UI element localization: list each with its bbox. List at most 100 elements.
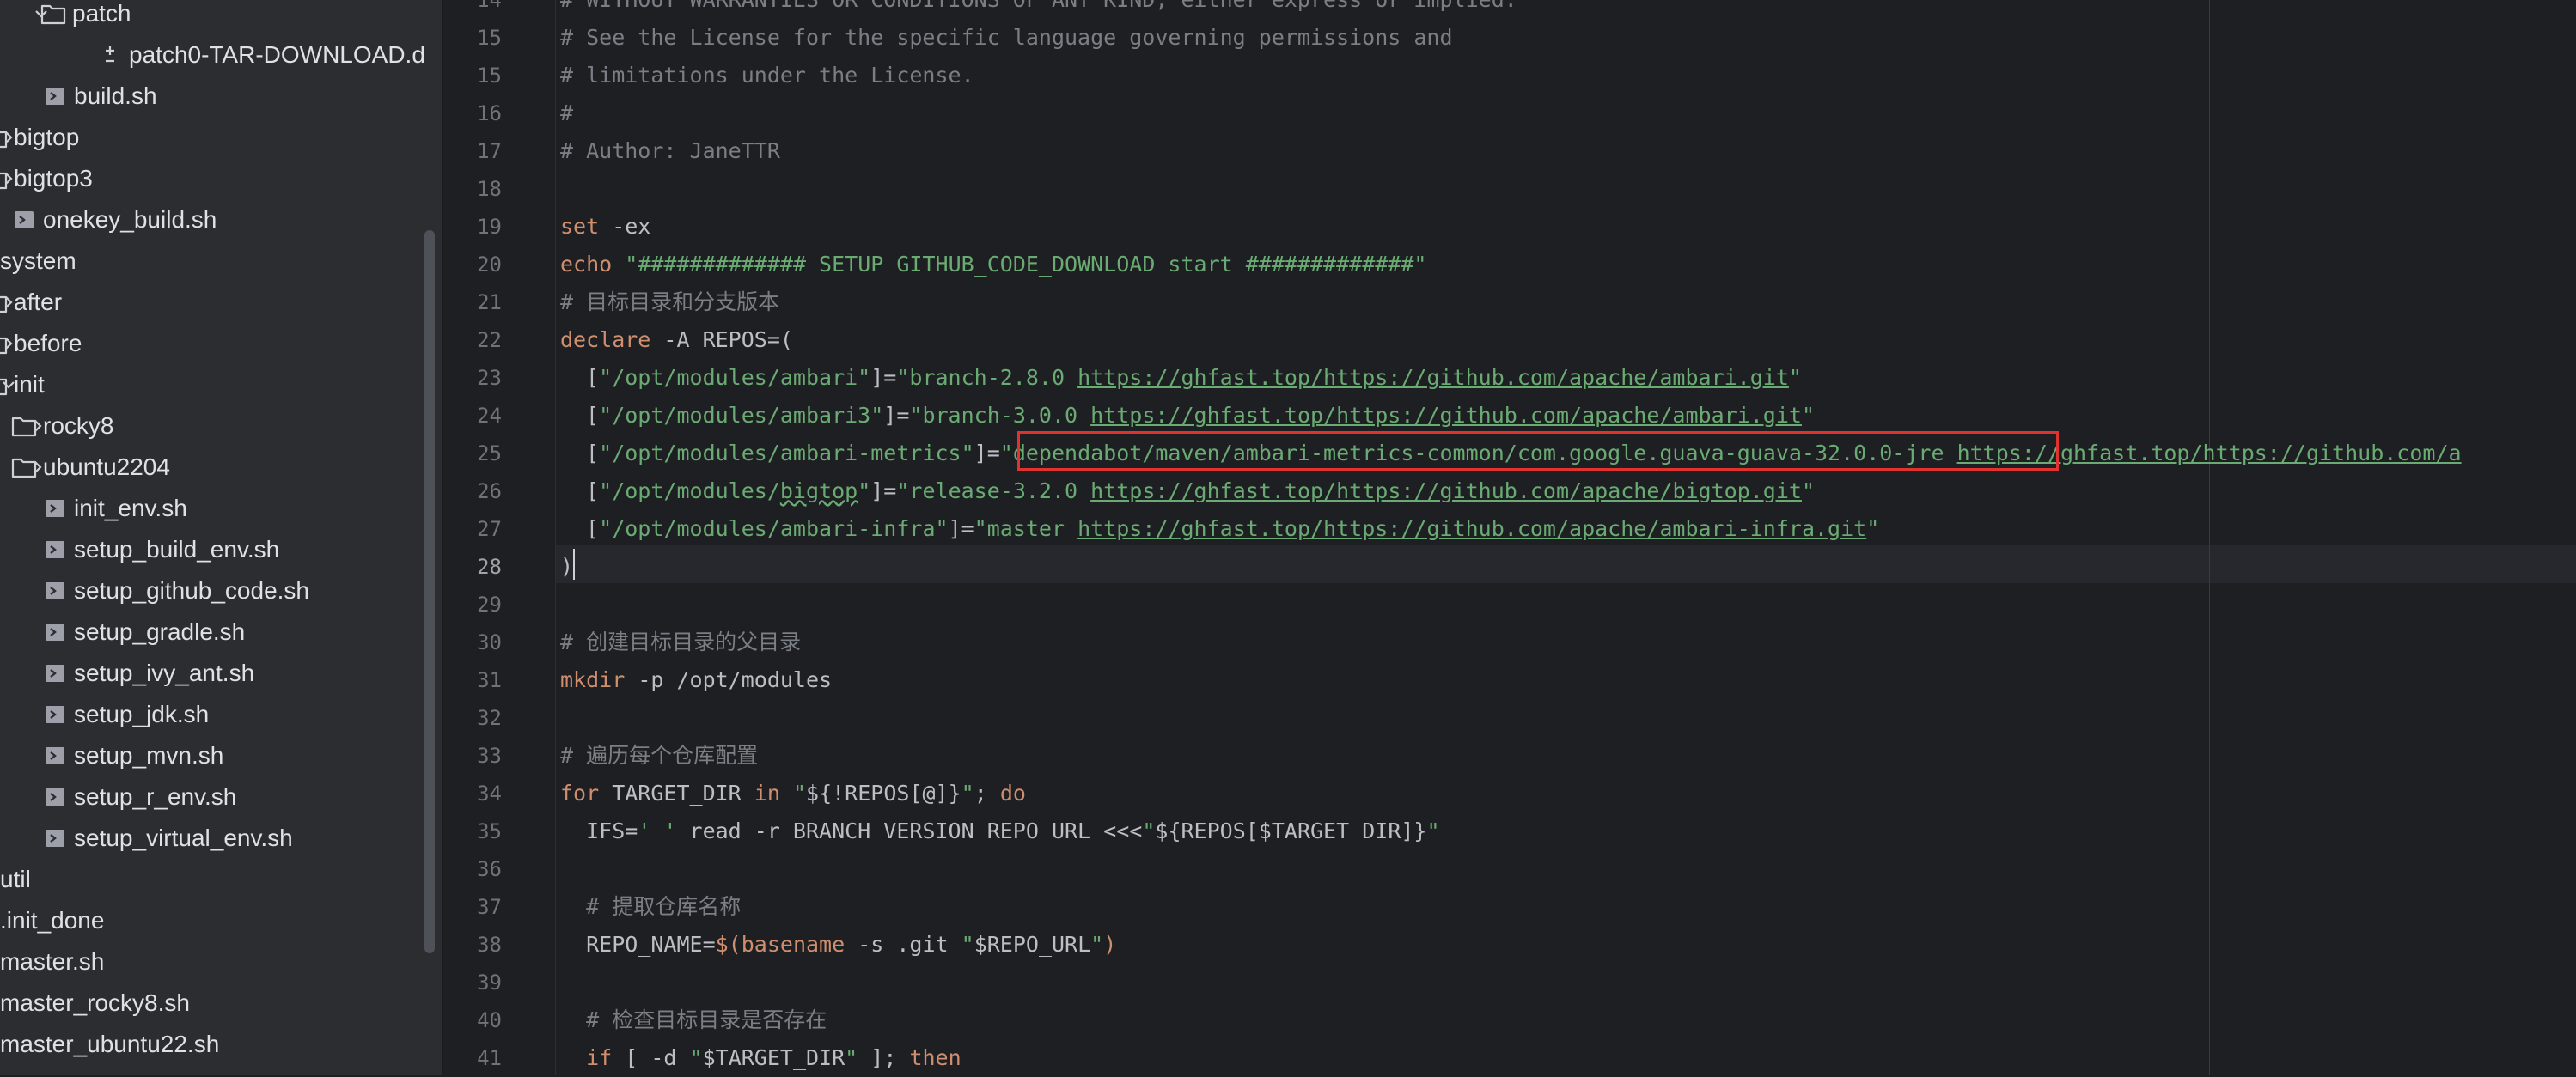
code-token: $TARGET_DIR: [702, 1045, 845, 1070]
project-tree-scrollbar[interactable]: [424, 230, 435, 953]
tree-file-item[interactable]: onekey_build.sh: [0, 199, 442, 240]
code-link[interactable]: https://ghfast.top/https://github.com/ap…: [1090, 403, 1802, 428]
tree-file-item[interactable]: master_ubuntu22.sh: [0, 1024, 442, 1065]
folder-icon: [0, 125, 9, 149]
code-token: bigtop: [779, 478, 858, 503]
code-link[interactable]: https://ghfast.top/https://github.com/ap…: [1090, 478, 1802, 503]
line-number: 41: [477, 1046, 502, 1070]
tree-folder-item[interactable]: bigtop: [0, 117, 442, 158]
tree-file-item[interactable]: setup_gradle.sh: [0, 612, 442, 653]
text-caret: [573, 549, 575, 580]
tree-file-item[interactable]: setup_r_env.sh: [0, 776, 442, 818]
tree-file-item[interactable]: patch0-TAR-DOWNLOAD.d: [0, 34, 442, 76]
tree-item-label: setup_build_env.sh: [74, 536, 280, 563]
tree-file-item[interactable]: setup_build_env.sh: [0, 529, 442, 570]
code-token: $REPO_URL: [974, 932, 1091, 957]
tree-folder-item[interactable]: system: [0, 240, 442, 282]
line-number: 30: [477, 630, 502, 654]
code-line[interactable]: #: [560, 94, 573, 132]
code-token: ": [1426, 818, 1440, 843]
tree-folder-item[interactable]: after: [0, 282, 442, 323]
tree-item-label: setup_gradle.sh: [74, 618, 246, 645]
code-line[interactable]: ): [560, 548, 573, 586]
tree-folder-item[interactable]: init: [0, 364, 442, 405]
code-token: -ex: [599, 214, 651, 239]
tree-item-label: setup_r_env.sh: [74, 783, 237, 810]
code-line[interactable]: # Author: JaneTTR: [560, 132, 780, 170]
code-line[interactable]: IFS=' ' read -r BRANCH_VERSION REPO_URL …: [560, 812, 1440, 850]
code-line[interactable]: # 提取仓库名称: [560, 888, 741, 926]
tree-folder-item[interactable]: ubuntu2204: [0, 447, 442, 488]
tree-file-item[interactable]: .init_done: [0, 900, 442, 941]
tree-file-item[interactable]: master.sh: [0, 941, 442, 983]
tree-file-item[interactable]: setup_jdk.sh: [0, 694, 442, 735]
tree-file-item[interactable]: setup_mvn.sh: [0, 735, 442, 776]
code-line[interactable]: # 创建目标目录的父目录: [560, 624, 801, 661]
tree-item-label: master_ubuntu22.sh: [0, 1031, 220, 1057]
tree-file-item[interactable]: setup_github_code.sh: [0, 570, 442, 612]
code-line[interactable]: if [ -d "$TARGET_DIR" ]; then: [560, 1039, 961, 1077]
code-token: # Author: JaneTTR: [560, 138, 780, 163]
tree-item-label: patch: [72, 0, 131, 27]
tree-file-item[interactable]: init_env.sh: [0, 488, 442, 529]
code-link[interactable]: https://ghfast.top/https://github.com/ap…: [1077, 516, 1866, 541]
shell-script-icon: [41, 703, 69, 727]
folder-icon: [0, 290, 9, 314]
tree-folder-item[interactable]: util: [0, 859, 442, 900]
code-token: # See the License for the specific langu…: [560, 25, 1453, 50]
code-token: ": [961, 932, 974, 957]
code-link[interactable]: https://ghfast.top/https://github.com/ap…: [1077, 365, 1789, 390]
tree-file-item[interactable]: build.sh: [0, 76, 442, 117]
code-line[interactable]: ["/opt/modules/ambari-infra"]="master ht…: [560, 510, 1879, 548]
code-line[interactable]: declare -A REPOS=(: [560, 321, 793, 359]
line-number: 39: [477, 971, 502, 995]
current-line-highlight: [443, 545, 2576, 583]
code-line[interactable]: REPO_NAME=$(basename -s .git "$REPO_URL"…: [560, 926, 1116, 964]
code-token: ": [792, 781, 807, 806]
code-line[interactable]: mkdir -p /opt/modules: [560, 661, 832, 699]
tree-file-item[interactable]: setup_ivy_ant.sh: [0, 653, 442, 694]
tree-folder-item[interactable]: bigtop3: [0, 158, 442, 199]
line-number: 14: [477, 0, 502, 12]
line-number: 20: [477, 253, 502, 277]
code-token: -p /opt/modules: [625, 667, 833, 692]
tree-folder-item[interactable]: patch: [0, 0, 442, 34]
code-token: "/opt/modules/ambari3": [599, 403, 884, 428]
tree-folder-item[interactable]: before: [0, 323, 442, 364]
tree-file-item[interactable]: setup_virtual_env.sh: [0, 818, 442, 859]
code-line[interactable]: set -ex: [560, 208, 650, 246]
code-line[interactable]: # 目标目录和分支版本: [560, 283, 779, 321]
line-number: 31: [477, 668, 502, 692]
tree-item-label: build.sh: [74, 82, 157, 109]
tree-item-label: onekey_build.sh: [43, 206, 217, 233]
line-number: 24: [477, 404, 502, 428]
tree-item-label: before: [14, 330, 82, 356]
code-line[interactable]: # 检查目标目录是否存在: [560, 1001, 827, 1039]
code-line[interactable]: # 遍历每个仓库配置: [560, 737, 758, 775]
line-number: 16: [477, 101, 502, 125]
code-line[interactable]: # WITHOUT WARRANTIES OR CONDITIONS OF AN…: [560, 0, 1517, 19]
code-line[interactable]: # See the License for the specific langu…: [560, 19, 1453, 57]
tree-item-label: setup_ivy_ant.sh: [74, 660, 255, 686]
right-margin-guide: [2209, 0, 2210, 1075]
code-token: read -r BRANCH_VERSION REPO_URL <<<: [676, 818, 1143, 843]
code-line[interactable]: ["/opt/modules/ambari3"]="branch-3.0.0 h…: [560, 397, 1815, 435]
tree-item-label: rocky8: [43, 412, 114, 439]
tree-item-label: setup_virtual_env.sh: [74, 824, 293, 851]
code-token: ]=: [948, 516, 974, 541]
code-editor[interactable]: 14 15 15 16 17 18 19 20 21 22 23 24 25 26 27 28 29 30 31 32…: [443, 0, 2576, 1075]
tree-folder-item[interactable]: rocky8: [0, 405, 442, 447]
code-line[interactable]: echo "############# SETUP GITHUB_CODE_DO…: [560, 246, 1426, 283]
code-token: ": [961, 781, 974, 806]
code-token: "############# SETUP GITHUB_CODE_DOWNLOA…: [625, 252, 1427, 277]
code-line[interactable]: for TARGET_DIR in "${!REPOS[@]}"; do: [560, 775, 1026, 812]
code-line[interactable]: ["/opt/modules/bigtop"]="release-3.2.0 h…: [560, 472, 1815, 510]
code-token: -s .git: [845, 932, 961, 957]
code-token: # 创建目标目录的父目录: [560, 630, 802, 654]
code-line[interactable]: # limitations under the License.: [560, 57, 974, 94]
tree-file-item[interactable]: master_rocky8.sh: [0, 983, 442, 1024]
tree-item-label: after: [14, 289, 63, 315]
line-number-gutter[interactable]: 14 15 15 16 17 18 19 20 21 22 23 24 25 26 27 28 29 30 31 32…: [443, 0, 555, 1075]
tree-item-label: setup_github_code.sh: [74, 577, 309, 604]
code-line[interactable]: ["/opt/modules/ambari"]="branch-2.8.0 ht…: [560, 359, 1802, 397]
